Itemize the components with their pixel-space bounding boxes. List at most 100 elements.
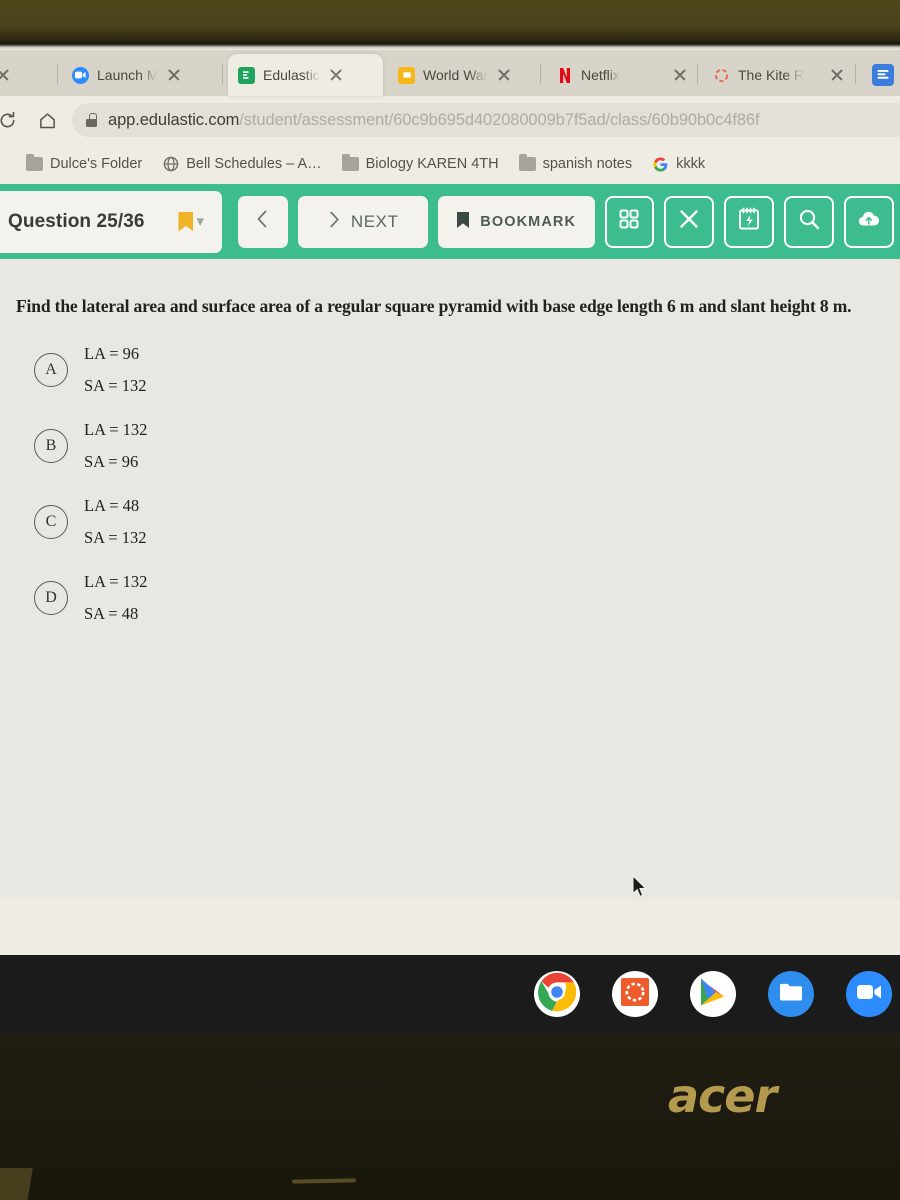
chevron-left-icon [255, 209, 270, 234]
choice-letter-bubble[interactable]: B [34, 428, 68, 463]
bookmark-label: Bell Schedules – A… [186, 156, 322, 172]
browser-tab-strip: Stu Launch M Edulastic [0, 50, 900, 96]
answer-choice-d[interactable]: D LA = 132 SA = 48 [0, 560, 900, 636]
edulastic-app[interactable] [612, 971, 658, 1017]
close-icon[interactable] [496, 67, 512, 83]
scratchpad-button[interactable] [724, 195, 775, 248]
answer-choice-b[interactable]: B LA = 132 SA = 96 [0, 408, 900, 484]
brand-logo: acer [668, 1069, 777, 1123]
bezel-corner-highlight [0, 1168, 33, 1200]
browser-tab-1[interactable]: Launch M [62, 54, 217, 96]
play-store-app[interactable] [690, 971, 736, 1017]
zoom-icon [72, 66, 89, 84]
bookmark-button[interactable]: BOOKMARK [437, 195, 595, 248]
choice-text: LA = 132 SA = 96 [84, 414, 147, 478]
browser-tab-3[interactable]: World War [388, 54, 538, 96]
save-cloud-button[interactable] [844, 195, 894, 248]
reload-icon[interactable] [0, 103, 24, 137]
answer-choice-a[interactable]: A LA = 96 SA = 132 [0, 332, 900, 408]
bookmark-flag-dropdown[interactable]: ▾ [178, 211, 204, 232]
cloud-upload-icon [857, 209, 881, 234]
choice-line-2: SA = 132 [84, 375, 147, 395]
browser-tab-6[interactable] [862, 54, 900, 96]
tab-title: Edulastic [263, 67, 320, 83]
tab-separator [855, 64, 856, 84]
globe-icon [162, 156, 179, 173]
choice-letter-bubble[interactable]: A [34, 352, 68, 387]
bookmark-label: kkkk [676, 156, 706, 172]
tab-separator [697, 64, 698, 84]
choice-text: LA = 132 SA = 48 [84, 566, 147, 630]
question-grid-button[interactable] [604, 195, 655, 248]
document-icon [398, 66, 415, 84]
close-icon[interactable] [166, 67, 182, 83]
magnify-button[interactable] [784, 195, 835, 248]
bookmark-item-4[interactable]: kkkk [646, 153, 711, 176]
url-text: app.edulastic.com/student/assessment/60c… [108, 110, 760, 130]
folder-icon [26, 154, 43, 171]
close-test-button[interactable] [664, 195, 715, 248]
laptop-bottom-bezel: acer [0, 1033, 900, 1200]
home-icon[interactable] [30, 103, 64, 137]
bookmark-item-1[interactable]: Bell Schedules – A… [156, 153, 327, 176]
loading-spinner-icon [713, 67, 730, 84]
choice-text: LA = 96 SA = 132 [84, 338, 147, 402]
tab-separator [57, 64, 58, 84]
bookmark-flag-icon [178, 211, 194, 232]
browser-toolbar: app.edulastic.com/student/assessment/60c… [0, 96, 900, 144]
folder-icon [518, 154, 536, 171]
close-icon[interactable] [672, 67, 688, 83]
bookmark-item-2[interactable]: Biology KAREN 4TH [336, 153, 505, 175]
url-path: /student/assessment/60c9b695d402080009b7… [239, 110, 760, 129]
play-store-icon [699, 977, 727, 1012]
choice-line-1: LA = 48 [84, 495, 140, 515]
question-prompt: Find the lateral area and surface area o… [16, 296, 852, 316]
question-counter-panel: Question 25/36 ▾ [0, 190, 222, 253]
tab-separator [222, 64, 223, 84]
bookmark-item-0[interactable]: Dulce's Folder [20, 153, 148, 175]
files-app[interactable] [768, 971, 814, 1017]
answer-choice-c[interactable]: C LA = 48 SA = 132 [0, 484, 900, 560]
tab-title: Netflix [581, 67, 620, 83]
bookmark-icon [456, 211, 470, 233]
magnifier-icon [797, 207, 822, 237]
choice-line-1: LA = 132 [84, 571, 148, 591]
close-icon[interactable] [829, 67, 845, 83]
notepad-icon [736, 206, 762, 237]
zoom-camera-icon [856, 983, 882, 1006]
chrome-icon [536, 971, 578, 1017]
bookmarks-bar: Dulce's Folder Bell Schedules – A… Biolo… [0, 144, 900, 184]
bookmark-label: BOOKMARK [480, 213, 577, 230]
previous-question-button[interactable] [238, 195, 288, 248]
choice-letter-bubble[interactable]: C [34, 504, 68, 539]
browser-tab-4[interactable]: Netflix [546, 54, 694, 96]
folder-icon [341, 154, 359, 171]
tab-title: The Kite R [738, 67, 805, 83]
edulastic-app-icon [621, 977, 649, 1011]
photographed-laptop: Stu Launch M Edulastic [0, 0, 900, 1200]
browser-tab-2[interactable]: Edulastic [228, 54, 383, 96]
choice-line-1: LA = 96 [84, 343, 140, 363]
grid-icon [617, 207, 641, 236]
mouse-cursor [632, 874, 648, 898]
address-bar[interactable]: app.edulastic.com/student/assessment/60c… [72, 103, 900, 137]
edulastic-icon [238, 66, 255, 84]
chromeos-shelf [0, 955, 900, 1033]
url-domain: app.edulastic.com [108, 110, 240, 129]
choice-letter-bubble[interactable]: D [34, 580, 68, 615]
tab-title: World War [423, 67, 489, 83]
bookmark-label: Biology KAREN 4TH [365, 156, 499, 172]
next-question-button[interactable]: NEXT [297, 195, 428, 248]
close-icon[interactable] [0, 67, 11, 83]
zoom-app[interactable] [846, 971, 892, 1017]
choice-line-1: LA = 132 [84, 419, 148, 439]
x-icon [677, 207, 701, 236]
bookmark-label: Dulce's Folder [50, 156, 143, 172]
tab-separator [540, 64, 541, 84]
question-content-area: Find the lateral area and surface area o… [0, 259, 900, 899]
choice-text: LA = 48 SA = 132 [84, 490, 147, 554]
chrome-app[interactable] [534, 971, 580, 1017]
bookmark-item-3[interactable]: spanish notes [513, 153, 638, 175]
close-icon[interactable] [328, 67, 344, 83]
browser-tab-5[interactable]: The Kite R [703, 54, 851, 96]
